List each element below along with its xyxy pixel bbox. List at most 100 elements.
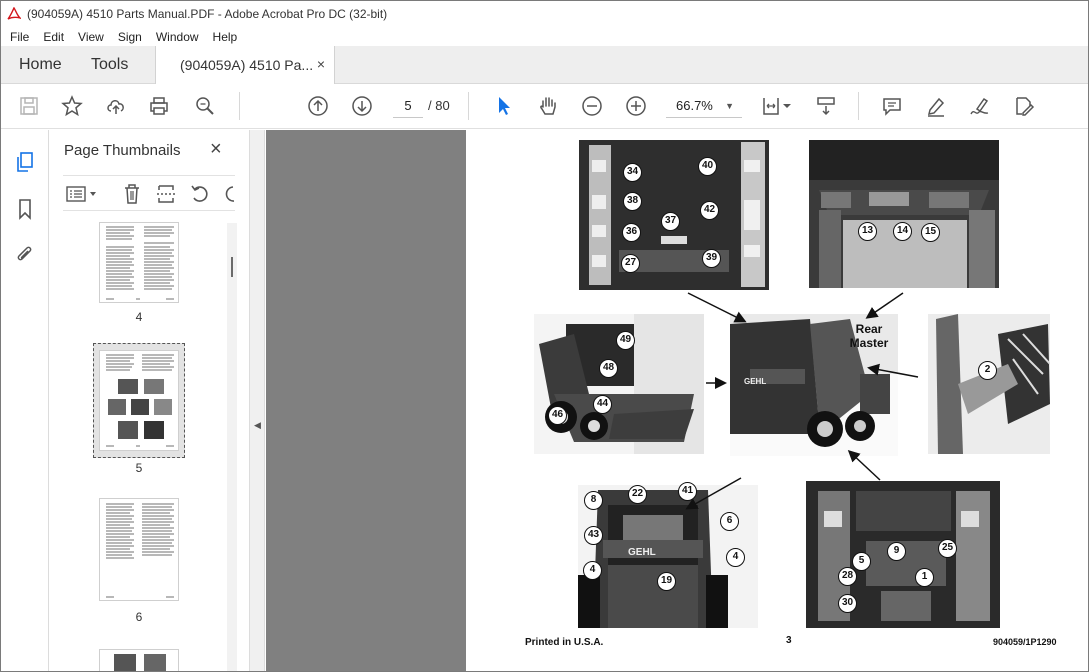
rotate-clockwise-icon[interactable] — [221, 183, 235, 208]
callout-46: 46 — [548, 406, 567, 425]
print-icon[interactable] — [147, 94, 171, 118]
bookmark-icon[interactable] — [13, 197, 37, 221]
thumbnail-scrollbar[interactable] — [227, 223, 237, 671]
fill-sign-icon[interactable] — [1012, 94, 1036, 118]
callout-28: 28 — [838, 567, 857, 586]
extract-page-icon[interactable] — [155, 183, 177, 208]
thumbnail-page-5[interactable] — [99, 350, 179, 451]
callout-15: 15 — [921, 223, 940, 242]
chevron-down-icon[interactable] — [781, 94, 793, 118]
bookmark-star-icon[interactable] — [60, 94, 84, 118]
tab-tools[interactable]: Tools — [91, 46, 128, 84]
callout-40: 40 — [698, 157, 717, 176]
menu-file[interactable]: File — [3, 30, 36, 44]
toolbar — [1, 84, 1088, 129]
thumbnail-page-6[interactable] — [99, 498, 179, 601]
menu-window[interactable]: Window — [149, 30, 206, 44]
highlight-icon[interactable] — [924, 94, 948, 118]
panel-splitter[interactable]: ◀ — [249, 130, 265, 671]
left-rail — [1, 130, 49, 671]
fit-page-icon[interactable] — [759, 94, 783, 118]
thumbnail-page-7[interactable] — [99, 649, 179, 671]
callout-49: 49 — [616, 331, 635, 350]
zoom-in-icon[interactable] — [624, 94, 648, 118]
zoom-out-icon[interactable] — [580, 94, 604, 118]
callout-25: 25 — [938, 539, 957, 558]
callout-19: 19 — [657, 572, 676, 591]
callout-4-right: 4 — [726, 548, 745, 567]
zoom-search-icon[interactable] — [193, 94, 217, 118]
thumbnail-label-4: 4 — [135, 310, 143, 324]
callout-42: 42 — [700, 201, 719, 220]
menu-bar: File Edit View Sign Window Help — [1, 27, 1088, 46]
next-page-icon[interactable] — [350, 94, 374, 118]
toolbar-divider — [468, 92, 469, 120]
thumbnail-label-6: 6 — [135, 610, 143, 624]
menu-edit[interactable]: Edit — [36, 30, 71, 44]
callout-8: 8 — [584, 491, 603, 510]
callout-22: 22 — [628, 485, 647, 504]
menu-view[interactable]: View — [71, 30, 111, 44]
callout-37: 37 — [661, 212, 680, 231]
page-total: / 80 — [428, 98, 450, 113]
callout-1: 1 — [915, 568, 934, 587]
callout-9: 9 — [887, 542, 906, 561]
tab-document[interactable]: (904059A) 4510 Pa... × — [155, 46, 335, 84]
zoom-level-select[interactable]: 66.7% ▼ — [666, 94, 742, 118]
close-icon[interactable]: × — [210, 138, 222, 161]
acrobat-window: (904059A) 4510 Parts Manual.PDF - Adobe … — [0, 0, 1089, 672]
page-thumbnails-icon[interactable] — [13, 150, 37, 174]
callout-36: 36 — [622, 223, 641, 242]
delete-page-icon[interactable] — [121, 183, 143, 208]
attachment-icon[interactable] — [13, 243, 37, 267]
thumbnail-page-4[interactable] — [99, 222, 179, 303]
page-number-input[interactable] — [393, 94, 423, 118]
thumbnail-tools — [63, 175, 235, 211]
thumbnail-label-5: 5 — [135, 461, 143, 475]
footer-page-number: 3 — [786, 635, 792, 646]
page-thumbnails-panel: Page Thumbnails × 4 5 6 — [49, 130, 249, 671]
callout-5: 5 — [852, 552, 871, 571]
callout-48: 48 — [599, 359, 618, 378]
title-bar: (904059A) 4510 Parts Manual.PDF - Adobe … — [1, 1, 1088, 27]
window-title: (904059A) 4510 Parts Manual.PDF - Adobe … — [27, 7, 388, 21]
callout-38: 38 — [623, 192, 642, 211]
tab-home[interactable]: Home — [19, 46, 62, 84]
callout-34: 34 — [623, 163, 642, 182]
scrollbar-thumb[interactable] — [231, 257, 233, 277]
callout-27: 27 — [621, 254, 640, 273]
callout-44: 44 — [593, 395, 612, 414]
acrobat-icon — [7, 6, 23, 21]
callout-2: 2 — [978, 361, 997, 380]
menu-help[interactable]: Help — [206, 30, 245, 44]
rear-label-line2: Master — [849, 336, 889, 350]
callout-14: 14 — [893, 222, 912, 241]
footer-doc-number: 904059/1P1290 — [993, 637, 1057, 647]
scroll-mode-icon[interactable] — [814, 94, 838, 118]
prev-page-icon[interactable] — [306, 94, 330, 118]
comment-icon[interactable] — [880, 94, 904, 118]
thumbnail-list: 4 5 6 — [49, 214, 235, 671]
callout-39: 39 — [702, 249, 721, 268]
panel-title: Page Thumbnails — [64, 142, 181, 159]
menu-sign[interactable]: Sign — [111, 30, 149, 44]
callout-30: 30 — [838, 594, 857, 613]
collapse-panel-icon[interactable]: ◀ — [254, 420, 261, 431]
save-icon[interactable] — [17, 94, 41, 118]
thumbnail-options-icon[interactable] — [65, 183, 99, 205]
footer-printed: Printed in U.S.A. — [525, 637, 604, 648]
tab-document-label: (904059A) 4510 Pa... — [180, 57, 314, 73]
toolbar-divider — [239, 92, 240, 120]
callout-43: 43 — [584, 526, 603, 545]
upload-icon[interactable] — [104, 94, 128, 118]
sign-icon[interactable] — [968, 94, 992, 118]
callout-13: 13 — [858, 222, 877, 241]
callout-6: 6 — [720, 512, 739, 531]
chevron-down-icon: ▼ — [725, 101, 734, 111]
hand-tool-icon[interactable] — [536, 94, 560, 118]
arrows-overlay — [685, 292, 919, 510]
select-cursor-icon[interactable] — [492, 94, 516, 118]
document-view[interactable]: GEHL GEHL Rear Master 34 40 38 42 37 36 … — [266, 130, 1088, 671]
close-tab-icon[interactable]: × — [317, 56, 325, 72]
rotate-counterclockwise-icon[interactable] — [189, 183, 211, 208]
